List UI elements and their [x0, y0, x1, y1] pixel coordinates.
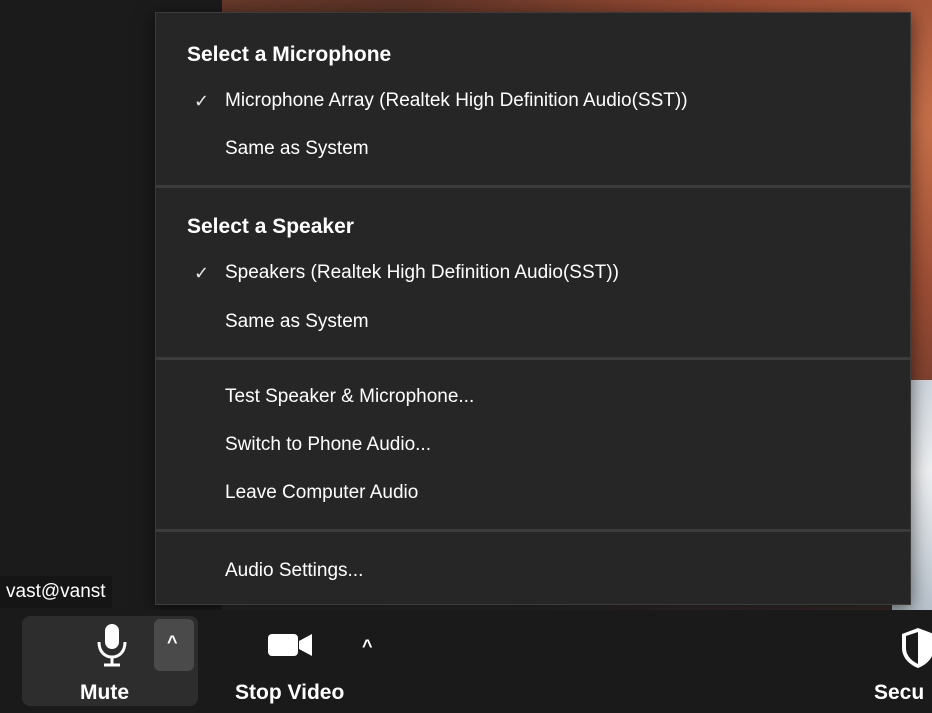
menu-item-label: Same as System	[225, 138, 369, 159]
microphone-icon	[97, 624, 127, 667]
switch-to-phone-audio-item[interactable]: Switch to Phone Audio...	[156, 423, 910, 467]
menu-divider	[156, 529, 910, 532]
microphone-option-same-as-system[interactable]: Same as System	[156, 127, 910, 171]
chevron-up-icon: ^	[167, 632, 178, 652]
security-button[interactable]: Secu	[870, 618, 932, 710]
menu-item-label: Test Speaker & Microphone...	[225, 386, 475, 407]
mute-button[interactable]: Mute	[64, 618, 154, 710]
participant-name-tag: vast@vanst	[0, 576, 112, 608]
mute-label: Mute	[80, 681, 129, 704]
menu-item-label: Same as System	[225, 311, 369, 332]
microphone-section-heading: Select a Microphone	[187, 43, 392, 66]
checkmark-icon: ✓	[194, 263, 210, 283]
speaker-section-heading: Select a Speaker	[187, 215, 354, 238]
menu-divider	[156, 357, 910, 360]
menu-item-label: Microphone Array (Realtek High Definitio…	[225, 90, 688, 111]
leave-computer-audio-item[interactable]: Leave Computer Audio	[156, 471, 910, 515]
microphone-option-realtek[interactable]: ✓ Microphone Array (Realtek High Definit…	[156, 79, 910, 123]
menu-item-label: Speakers (Realtek High Definition Audio(…	[225, 262, 619, 283]
menu-item-label: Switch to Phone Audio...	[225, 434, 431, 455]
speaker-option-same-as-system[interactable]: Same as System	[156, 300, 910, 344]
audio-options-caret-button[interactable]: ^	[154, 619, 194, 671]
test-speaker-microphone-item[interactable]: Test Speaker & Microphone...	[156, 375, 910, 419]
audio-settings-item[interactable]: Audio Settings...	[156, 549, 910, 593]
menu-item-label: Audio Settings...	[225, 560, 364, 581]
chevron-up-icon: ^	[362, 636, 373, 656]
menu-divider	[156, 185, 910, 188]
stop-video-button[interactable]: Stop Video	[226, 618, 366, 710]
security-label: Secu	[874, 681, 925, 704]
stop-video-label: Stop Video	[235, 681, 345, 704]
shield-icon	[902, 628, 932, 668]
video-options-caret-button[interactable]: ^	[356, 630, 386, 664]
checkmark-icon: ✓	[194, 91, 210, 111]
video-camera-icon	[268, 634, 312, 656]
audio-options-menu: Select a Microphone ✓ Microphone Array (…	[155, 12, 911, 605]
speaker-option-realtek[interactable]: ✓ Speakers (Realtek High Definition Audi…	[156, 251, 910, 295]
menu-item-label: Leave Computer Audio	[225, 482, 419, 503]
